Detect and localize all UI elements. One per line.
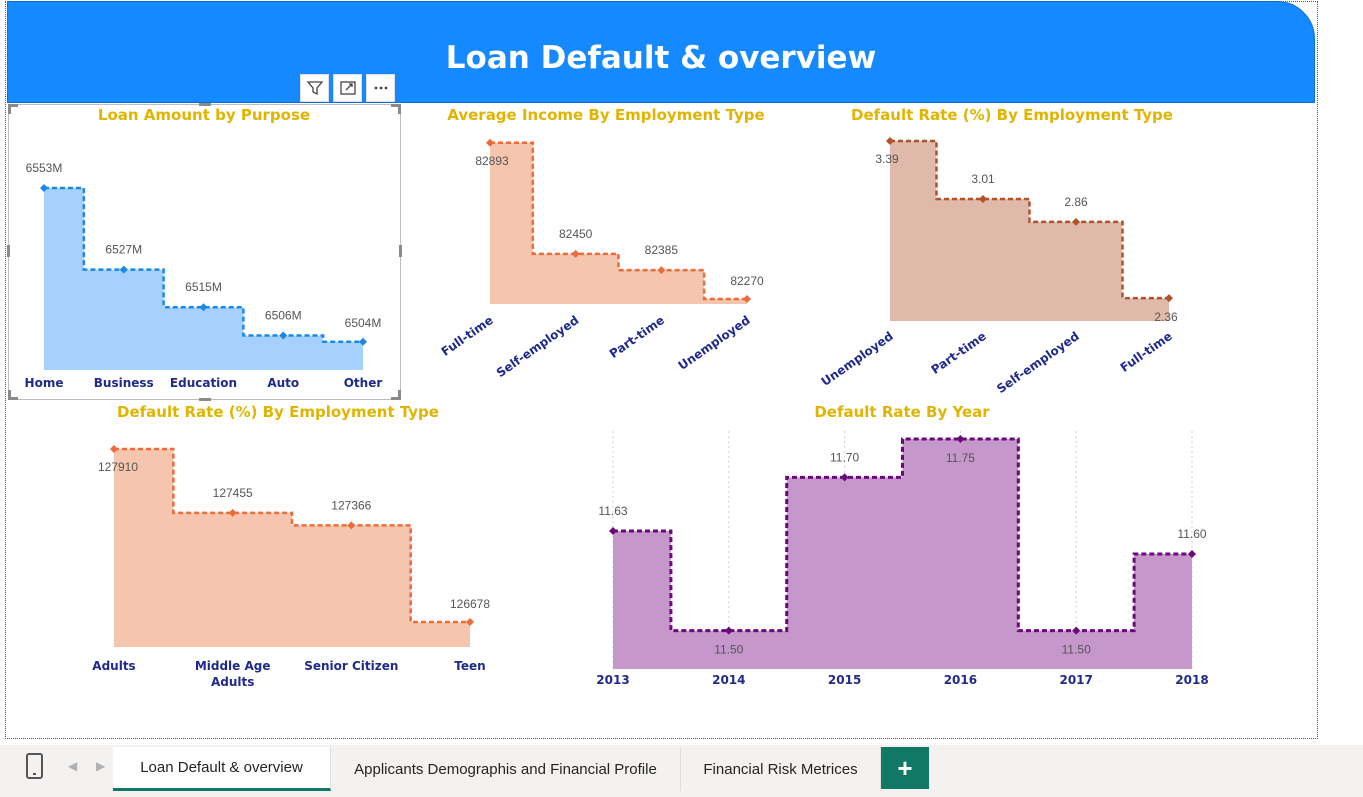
data-label: 127910 — [98, 460, 138, 474]
visual-toolbar — [300, 74, 395, 102]
category-label: Middle Age — [195, 659, 271, 673]
area-fill — [490, 142, 747, 304]
data-label: 3.39 — [875, 152, 899, 166]
loan-amount-by-purpose-chart[interactable]: Loan Amount by Purpose 6553M Home 6527M Bus… — [0, 100, 410, 400]
category-label: 2015 — [828, 673, 861, 687]
tab-label: Applicants Demographis and Financial Pro… — [354, 760, 657, 778]
tab-label: Financial Risk Metrices — [703, 760, 858, 778]
data-label: 6527M — [105, 243, 142, 257]
chevron-left-icon[interactable]: ◀ — [68, 759, 77, 773]
data-label: 11.75 — [946, 451, 975, 465]
category-label: Self-employed — [994, 329, 1082, 396]
data-label: 127455 — [213, 486, 253, 500]
category-label: Adults — [211, 675, 254, 689]
page-title: Loan Default & overview — [445, 40, 877, 76]
data-label: 11.50 — [1062, 643, 1091, 657]
data-label: 82270 — [730, 274, 764, 288]
right-gutter — [1318, 0, 1363, 745]
data-label: 126678 — [450, 597, 490, 611]
data-label: 2.86 — [1064, 195, 1088, 209]
data-label: 11.50 — [714, 643, 743, 657]
chart-title: Default Rate By Year — [814, 403, 990, 421]
focus-mode-icon[interactable] — [333, 74, 362, 102]
data-label: 82893 — [475, 154, 509, 168]
more-options-icon[interactable] — [366, 74, 395, 102]
category-label: Education — [170, 376, 237, 390]
default-rate-by-age-group-chart[interactable]: Default Rate (%) By Employment Type 1279… — [60, 397, 540, 697]
avg-income-by-employment-chart[interactable]: Average Income By Employment Type 82893 F… — [420, 100, 790, 380]
tab-label: Loan Default & overview — [140, 759, 303, 776]
category-label: Senior Citizen — [304, 659, 398, 673]
category-label: Unemployed — [676, 313, 753, 373]
tab-loan-default-overview[interactable]: Loan Default & overview — [113, 747, 331, 791]
category-label: 2018 — [1175, 673, 1208, 687]
category-label: Auto — [267, 376, 299, 390]
data-label: 11.63 — [598, 504, 627, 518]
chart-title: Loan Amount by Purpose — [98, 106, 310, 124]
category-label: Unemployed — [819, 329, 896, 389]
category-label: 2013 — [596, 673, 629, 687]
chart-title: Default Rate (%) By Employment Type — [851, 106, 1173, 124]
category-label: Part-time — [929, 329, 989, 377]
default-rate-by-year-chart[interactable]: Default Rate By Year 11.63 2013 11.50 2014 1… — [580, 397, 1240, 697]
data-label: 127366 — [331, 498, 371, 512]
chart-title: Default Rate (%) By Employment Type — [117, 403, 439, 421]
data-label: 82385 — [645, 243, 679, 257]
category-label: Teen — [454, 659, 485, 673]
category-label: Other — [344, 376, 383, 390]
mobile-layout-icon[interactable] — [26, 753, 43, 779]
default-rate-by-employment-chart[interactable]: Default Rate (%) By Employment Type 3.39… — [800, 100, 1200, 396]
data-label: 6553M — [26, 161, 63, 175]
category-label: Business — [94, 376, 154, 390]
category-label: Part-time — [607, 313, 667, 361]
chart-title: Average Income By Employment Type — [447, 106, 764, 124]
area-fill — [114, 449, 470, 647]
category-label: Full-time — [1118, 329, 1175, 375]
data-label: 11.60 — [1177, 527, 1206, 541]
category-label: Self-employed — [494, 313, 582, 380]
filter-icon[interactable] — [300, 74, 329, 102]
data-label: 2.36 — [1154, 310, 1178, 324]
data-label: 6504M — [345, 316, 382, 330]
area-fill — [44, 187, 363, 370]
data-label: 6515M — [185, 280, 222, 294]
page-tab-bar: ◀ ▶ Loan Default & overview Applicants D… — [0, 745, 1363, 797]
chevron-right-icon[interactable]: ▶ — [96, 759, 105, 773]
header-banner: Loan Default & overview — [7, 1, 1315, 103]
category-label: Home — [25, 376, 64, 390]
tab-financial-risk-metrices[interactable]: Financial Risk Metrices — [681, 747, 881, 791]
category-label: 2014 — [712, 673, 745, 687]
data-label: 11.70 — [830, 450, 859, 464]
category-label: Full-time — [439, 313, 496, 359]
data-label: 3.01 — [971, 172, 995, 186]
category-label: 2017 — [1059, 673, 1092, 687]
add-page-button[interactable]: + — [881, 747, 929, 789]
category-label: 2016 — [944, 673, 977, 687]
data-label: 6506M — [265, 308, 302, 322]
data-label: 82450 — [559, 227, 593, 241]
area-fill — [890, 141, 1169, 321]
category-label: Adults — [92, 659, 135, 673]
tab-applicants-demographics[interactable]: Applicants Demographis and Financial Pro… — [331, 747, 681, 791]
